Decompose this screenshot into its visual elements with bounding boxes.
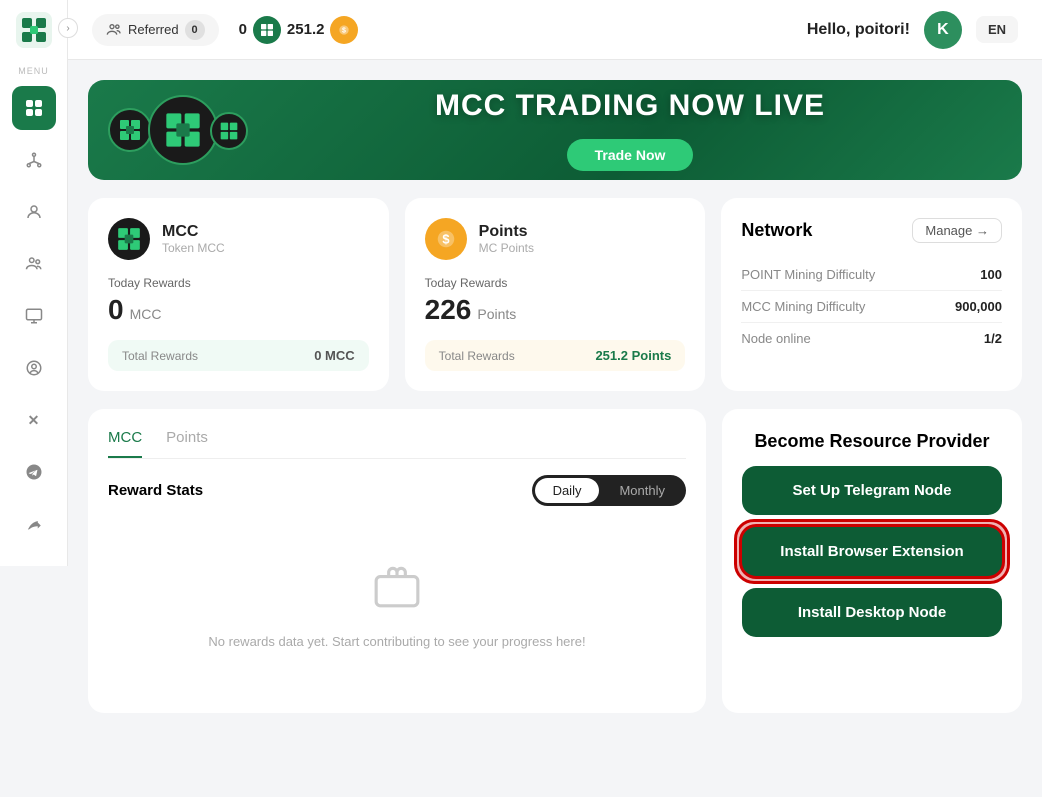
points-total-rewards: Total Rewards 251.2 Points — [425, 340, 686, 371]
mcc-card-icon — [108, 218, 150, 260]
network-row-mcc-mining: MCC Mining Difficulty 900,000 — [741, 291, 1002, 323]
points-today-label: Today Rewards — [425, 276, 686, 290]
mcc-mining-value: 900,000 — [955, 299, 1002, 314]
network-row-node-online: Node online 1/2 — [741, 323, 1002, 354]
point-mining-value: 100 — [980, 267, 1002, 282]
mcc-today-label: Today Rewards — [108, 276, 369, 290]
points-amount-unit: Points — [477, 306, 516, 322]
mcc-coin-icon — [253, 16, 281, 44]
content-area: MCC TRADING NOW LIVE Trade Now MCC Token… — [68, 60, 1042, 797]
empty-rewards-state: No rewards data yet. Start contributing … — [108, 522, 686, 693]
mcc-total-rewards: Total Rewards 0 MCC — [108, 340, 369, 371]
avatar[interactable]: K — [924, 11, 962, 49]
mcc-card-title-group: MCC Token MCC — [162, 223, 225, 255]
mcc-card-header: MCC Token MCC — [108, 218, 369, 260]
empty-rewards-text: No rewards data yet. Start contributing … — [208, 632, 585, 653]
topbar: Referred 0 0 251.2 $ Hello, poitori! K E… — [68, 0, 1042, 60]
referred-label: Referred — [128, 22, 179, 37]
node-online-value: 1/2 — [984, 331, 1002, 346]
sidebar-item-x[interactable]: ✕ — [12, 398, 56, 442]
sidebar-item-network[interactable] — [12, 138, 56, 182]
points-card-header: $ Points MC Points — [425, 218, 686, 260]
banner-coin-small-left — [108, 108, 152, 152]
points-today-amount: 226 Points — [425, 294, 686, 326]
network-rows: POINT Mining Difficulty 100 MCC Mining D… — [741, 259, 1002, 354]
install-browser-extension-button[interactable]: Install Browser Extension — [742, 527, 1002, 576]
sidebar-item-account[interactable] — [12, 346, 56, 390]
menu-label: MENU — [18, 66, 49, 76]
topbar-left: Referred 0 0 251.2 $ — [92, 14, 358, 46]
setup-telegram-button[interactable]: Set Up Telegram Node — [742, 466, 1002, 515]
banner-icons — [108, 90, 268, 170]
mcc-total-value: 0 MCC — [314, 348, 354, 363]
sidebar-item-dashboard[interactable] — [12, 86, 56, 130]
referred-count: 0 — [185, 20, 205, 40]
banner-title: MCC TRADING NOW LIVE — [268, 89, 992, 123]
mcc-today-amount: 0 MCC — [108, 294, 369, 326]
tab-points[interactable]: Points — [166, 429, 208, 458]
node-online-label: Node online — [741, 331, 810, 346]
mcc-card: MCC Token MCC Today Rewards 0 MCC Total … — [88, 198, 389, 391]
mcc-mining-label: MCC Mining Difficulty — [741, 299, 865, 314]
points-badge: 0 251.2 $ — [239, 16, 359, 44]
empty-icon — [372, 562, 422, 622]
referred-icon — [106, 22, 122, 38]
points-card-icon: $ — [425, 218, 467, 260]
banner-text-section: MCC TRADING NOW LIVE Trade Now — [268, 89, 992, 171]
rewards-card: MCC Points Reward Stats Daily Monthly — [88, 409, 706, 713]
gold-coin-icon: $ — [330, 16, 358, 44]
sidebar-item-telegram[interactable] — [12, 450, 56, 494]
main-content: Referred 0 0 251.2 $ Hello, poitori! K E… — [68, 0, 1042, 797]
daily-toggle[interactable]: Daily — [535, 478, 600, 503]
topbar-right: Hello, poitori! K EN — [807, 11, 1018, 49]
banner-coin-small-right — [210, 112, 248, 150]
greeting-text: Hello, poitori! — [807, 21, 910, 39]
reward-tabs: MCC Points — [108, 429, 686, 459]
point-mining-label: POINT Mining Difficulty — [741, 267, 875, 282]
install-extension-wrapper: Install Browser Extension — [742, 527, 1002, 576]
referred-badge[interactable]: Referred 0 — [92, 14, 219, 46]
svg-text:$: $ — [343, 27, 347, 34]
mcc-card-subtitle: Token MCC — [162, 241, 225, 255]
mcc-total-label: Total Rewards — [122, 349, 198, 363]
network-card: Network Manage → POINT Mining Difficulty… — [721, 198, 1022, 391]
resource-provider-card: Become Resource Provider Set Up Telegram… — [722, 409, 1022, 713]
rewards-controls: Reward Stats Daily Monthly — [108, 475, 686, 506]
points-card-title: Points — [479, 223, 534, 241]
bottom-section: MCC Points Reward Stats Daily Monthly — [88, 409, 1022, 713]
monthly-toggle[interactable]: Monthly — [601, 478, 683, 503]
network-card-header: Network Manage → — [741, 218, 1002, 243]
svg-text:$: $ — [442, 232, 449, 247]
language-selector[interactable]: EN — [976, 16, 1018, 43]
points-value: 251.2 — [287, 21, 325, 38]
mcc-amount-unit: MCC — [130, 306, 162, 322]
sidebar: › MENU — [0, 0, 68, 566]
trade-now-button[interactable]: Trade Now — [567, 139, 694, 171]
points-card: $ Points MC Points Today Rewards 226 Poi… — [405, 198, 706, 391]
install-desktop-node-button[interactable]: Install Desktop Node — [742, 588, 1002, 637]
banner: MCC TRADING NOW LIVE Trade Now — [88, 80, 1022, 180]
mcc-card-title: MCC — [162, 223, 225, 241]
points-total-label: Total Rewards — [439, 349, 515, 363]
app-logo[interactable] — [16, 12, 52, 48]
sidebar-item-monitor[interactable] — [12, 294, 56, 338]
points-card-subtitle: MC Points — [479, 241, 534, 255]
reward-stats-label: Reward Stats — [108, 482, 203, 499]
sidebar-item-other[interactable] — [12, 502, 56, 546]
network-title: Network — [741, 220, 812, 241]
tab-mcc[interactable]: MCC — [108, 429, 142, 458]
network-row-point-mining: POINT Mining Difficulty 100 — [741, 259, 1002, 291]
sidebar-item-profile[interactable] — [12, 190, 56, 234]
resource-provider-title: Become Resource Provider — [742, 429, 1002, 454]
points-total-value: 251.2 Points — [595, 348, 671, 363]
sidebar-expand-btn[interactable]: › — [58, 18, 78, 38]
time-toggle-group: Daily Monthly — [532, 475, 686, 506]
points-card-title-group: Points MC Points — [479, 223, 534, 255]
banner-coin-large — [148, 95, 218, 165]
manage-button[interactable]: Manage → — [912, 218, 1002, 243]
sidebar-item-referrals[interactable] — [12, 242, 56, 286]
cards-row: MCC Token MCC Today Rewards 0 MCC Total … — [88, 198, 1022, 391]
mcc-count: 0 — [239, 21, 247, 38]
